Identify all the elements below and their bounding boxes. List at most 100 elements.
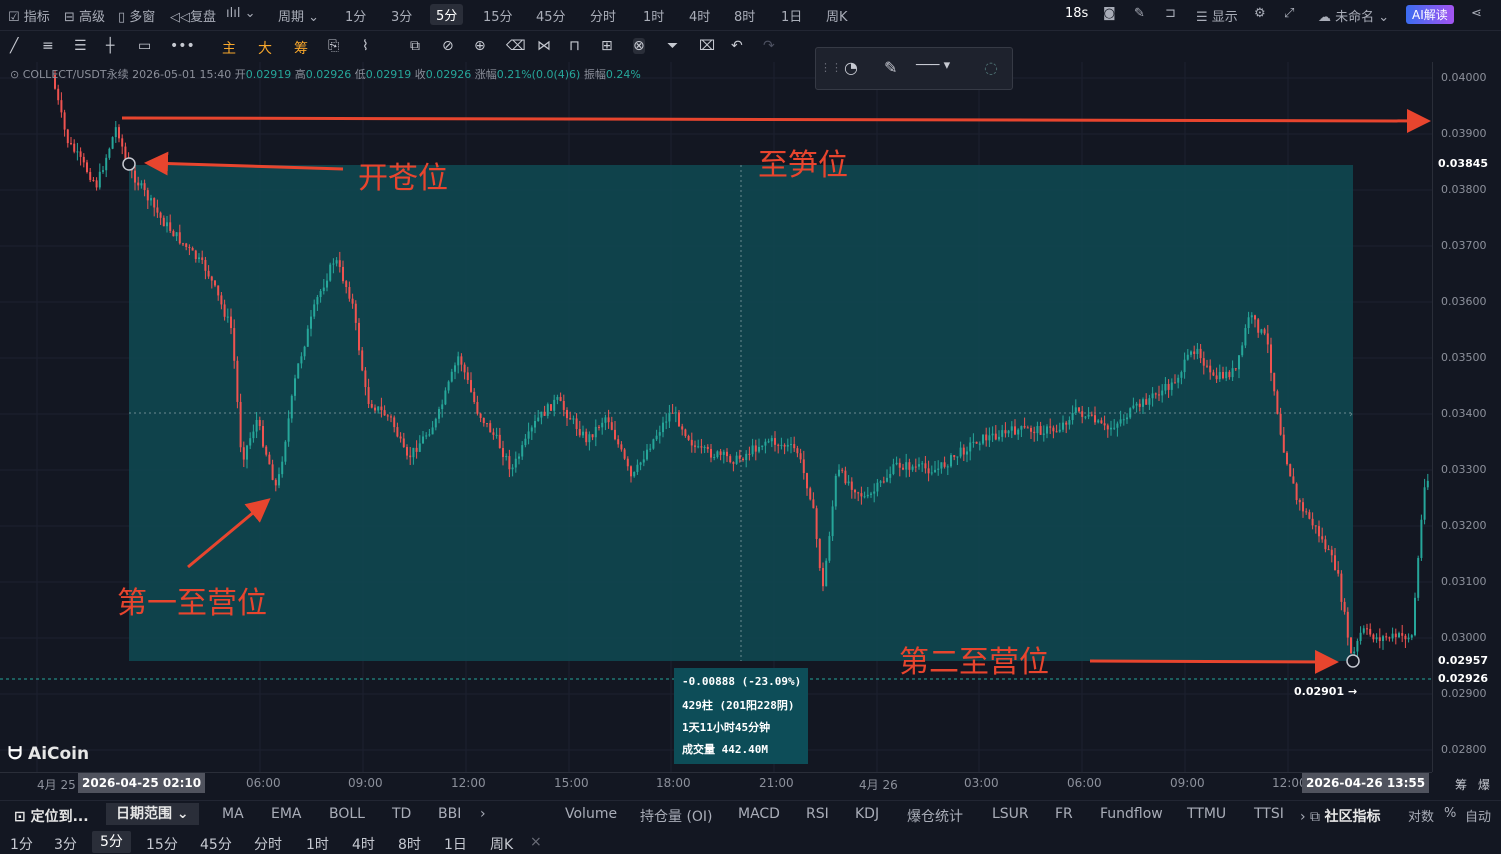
percent-toggle[interactable]: % (1444, 806, 1456, 821)
candle-type-menu[interactable]: ılıl ⌄ (226, 6, 255, 21)
crosshair-arrow: › (1349, 409, 1353, 420)
undo-icon[interactable]: ↶ (731, 38, 743, 54)
chip-toggle[interactable]: 筹 (1455, 776, 1467, 793)
period-1h[interactable]: 1时 (643, 6, 664, 25)
ind-oi[interactable]: 持仓量 (OI) (640, 806, 713, 826)
ind-fr[interactable]: FR (1055, 806, 1073, 822)
camera-icon[interactable]: ◙ (1103, 6, 1116, 21)
copy-icon[interactable]: ⧉ (410, 38, 420, 54)
link-icon[interactable]: ⊗ (633, 38, 645, 54)
bottom-period-1d[interactable]: 1日 (444, 834, 467, 854)
chevron-right-icon[interactable]: › (480, 806, 486, 822)
date-range-button[interactable]: 日期范围 ⌄ (106, 803, 199, 825)
brush-icon[interactable]: ⌇ (362, 38, 369, 54)
bottom-period-1w[interactable]: 周K (490, 834, 513, 854)
replay-menu[interactable]: ◁◁复盘 (170, 6, 216, 25)
bottom-period-1m[interactable]: 1分 (10, 834, 33, 854)
period-8h[interactable]: 8时 (734, 6, 755, 25)
auto-toggle[interactable]: 自动 (1465, 806, 1491, 825)
share-icon[interactable]: ⋖ (1471, 6, 1482, 21)
eraser-icon[interactable]: ⌫ (506, 38, 526, 54)
settings-icon[interactable]: ⚙ (1254, 6, 1266, 21)
multi-window-menu[interactable]: ▯ 多窗 (118, 6, 155, 25)
bottom-period-timeshare[interactable]: 分时 (254, 834, 282, 854)
period-menu[interactable]: 周期 ⌄ (278, 6, 319, 25)
visibility-icon[interactable]: ◌ (984, 58, 998, 77)
collapse-icon[interactable]: ⊙ (10, 68, 19, 81)
close-icon[interactable]: × (530, 834, 542, 850)
period-timeshare[interactable]: 分时 (590, 6, 616, 25)
hline-tool-icon[interactable]: ┼ (106, 38, 114, 54)
period-4h[interactable]: 4时 (689, 6, 710, 25)
chip-tool[interactable]: 筹 (294, 38, 308, 58)
period-5m[interactable]: 5分 (430, 4, 464, 25)
template-icon[interactable]: ◔ (844, 58, 858, 77)
magnet-icon[interactable]: ⋈ (537, 38, 551, 54)
period-1w[interactable]: 周K (826, 6, 848, 25)
period-15m[interactable]: 15分 (483, 6, 513, 25)
anchor-start[interactable] (122, 157, 136, 171)
ind-liq[interactable]: 爆仓统计 (907, 806, 963, 826)
trash-icon[interactable]: ⌧ (699, 38, 715, 54)
drag-handle-icon[interactable]: ⋮⋮ (820, 61, 842, 74)
community-button[interactable]: › ⧉ 社区指标 (1300, 806, 1381, 826)
ind-ttmu[interactable]: TTMU (1187, 806, 1226, 822)
ind-boll[interactable]: BOLL (329, 806, 365, 822)
main-tool[interactable]: 主 (222, 38, 236, 58)
ind-lsur[interactable]: LSUR (992, 806, 1029, 822)
bottom-period-15m[interactable]: 15分 (146, 834, 178, 854)
undo-rect-icon[interactable]: ⊐ (1165, 6, 1176, 21)
ind-rsi[interactable]: RSI (806, 806, 829, 822)
price-label: 0.03500 (1441, 351, 1487, 364)
pattern-icon[interactable]: ⎘ (328, 38, 339, 54)
lock-icon[interactable]: ⊓ (569, 38, 580, 54)
bottom-period-4h[interactable]: 4时 (352, 834, 375, 854)
locate-button[interactable]: ⊡ 定位到... (14, 806, 89, 826)
indicator-menu[interactable]: ☑ 指标 (8, 6, 50, 25)
redo-icon[interactable]: ↷ (763, 38, 775, 54)
period-1m[interactable]: 1分 (345, 6, 366, 25)
period-45m[interactable]: 45分 (536, 6, 566, 25)
price-chart[interactable]: › (0, 62, 1432, 772)
layers-icon[interactable]: ⊞ (601, 38, 613, 54)
price-tag-mid: 0.02957 (1437, 654, 1489, 667)
ind-macd[interactable]: MACD (738, 806, 780, 822)
ind-ema[interactable]: EMA (271, 806, 302, 822)
time-axis[interactable] (0, 772, 1432, 797)
layout-menu[interactable]: ☁ 未命名 ⌄ (1318, 6, 1389, 25)
anchor-end[interactable] (1346, 654, 1360, 668)
zoom-icon[interactable]: ⊕ (474, 38, 486, 54)
pen-icon[interactable]: ✎ (1134, 6, 1145, 21)
ind-volume[interactable]: Volume (565, 806, 617, 822)
line-style-select[interactable]: ─── ▾ (916, 58, 950, 73)
ind-bbi[interactable]: BBI (438, 806, 461, 822)
bottom-period-1h[interactable]: 1时 (306, 834, 329, 854)
filter-icon[interactable]: ⏷ (667, 38, 678, 54)
edit-color-icon[interactable]: ✎ (884, 58, 897, 77)
ai-button[interactable]: AI解读 (1406, 5, 1454, 24)
price-tag-top: 0.03845 (1437, 157, 1489, 170)
bottom-period-3m[interactable]: 3分 (54, 834, 77, 854)
period-1d[interactable]: 1日 (781, 6, 802, 25)
line-tool-icon[interactable]: ╱ (10, 38, 18, 54)
ind-fundflow[interactable]: Fundflow (1100, 806, 1163, 822)
bottom-period-8h[interactable]: 8时 (398, 834, 421, 854)
hlines-tool-icon[interactable]: ☰ (74, 38, 87, 54)
log-toggle[interactable]: 对数 (1408, 806, 1434, 825)
bottom-period-45m[interactable]: 45分 (200, 834, 232, 854)
big-tool[interactable]: 大 (258, 38, 272, 58)
fullscreen-icon[interactable]: ⤢ (1284, 6, 1294, 21)
more-tools-icon[interactable]: ••• (170, 38, 195, 54)
liq-toggle[interactable]: 爆 (1478, 776, 1490, 793)
ruler-icon[interactable]: ⊘ (442, 38, 454, 54)
display-menu[interactable]: ☰ 显示 (1196, 6, 1238, 25)
advanced-menu[interactable]: ⊟ 高级 (64, 6, 105, 25)
rect-tool-icon[interactable]: ▭ (138, 38, 151, 54)
channel-tool-icon[interactable]: ≡ (42, 38, 54, 54)
bottom-period-5m[interactable]: 5分 (92, 831, 131, 853)
ind-ma[interactable]: MA (222, 806, 244, 822)
ind-ttsi[interactable]: TTSI (1254, 806, 1284, 822)
period-3m[interactable]: 3分 (391, 6, 412, 25)
ind-td[interactable]: TD (392, 806, 411, 822)
ind-kdj[interactable]: KDJ (855, 806, 879, 822)
